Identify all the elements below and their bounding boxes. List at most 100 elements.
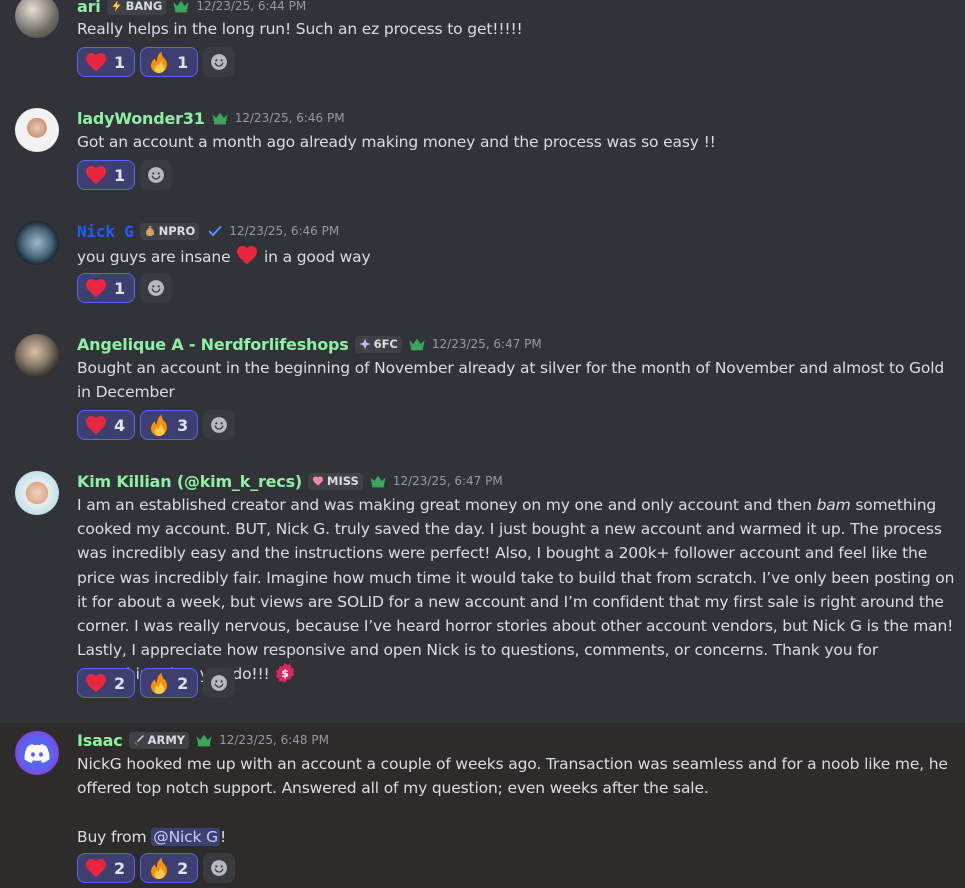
dollar-badge-icon: $ [276,663,295,684]
reaction-heart[interactable]: 4 [77,410,136,440]
smile-icon [209,415,229,435]
reactions: 2 2 [77,668,236,698]
message: Nick G NPRO 12/23/25, 6:46 PM you guys a… [0,213,965,313]
reaction-heart[interactable]: 2 [77,853,136,883]
heart-emoji-icon [84,671,108,695]
message-text-italic: bam [816,496,851,514]
reaction-count: 1 [114,278,126,298]
add-reaction-button[interactable] [140,273,173,303]
fire-emoji-icon [147,856,171,880]
crown-icon [195,733,213,747]
sword-icon [133,735,144,745]
reaction-count: 1 [114,165,126,185]
avatar[interactable] [15,471,59,515]
message-highlighted: Isaac ARMY 12/23/25, 6:48 PM NickG hooke… [0,723,965,888]
message-text: Really helps in the long run! Such an ez… [77,20,523,38]
guild-tag[interactable]: NPRO [139,222,200,240]
heart-icon [313,476,324,486]
guild-tag[interactable]: ARMY [128,731,190,749]
username[interactable]: ladyWonder31 [77,109,205,128]
timestamp: 12/23/25, 6:46 PM [229,224,340,238]
avatar[interactable] [15,108,59,152]
reactions: 4 3 [77,410,236,440]
message-text-start: Buy from [77,828,152,846]
message-text: NickG hooked me up with an account a cou… [77,755,948,798]
guild-tag-label: BANG [125,0,163,13]
add-reaction-button[interactable] [203,668,236,698]
user-mention[interactable]: @Nick G [151,828,221,846]
reaction-count: 2 [114,673,126,693]
smile-icon [146,165,166,185]
username[interactable]: Kim Killian (@kim_k_recs) [77,472,302,491]
crown-icon [172,0,190,13]
reaction-heart[interactable]: 1 [77,273,136,303]
heart-emoji-icon [84,50,108,74]
reaction-count: 3 [177,415,189,435]
fire-emoji-icon [147,671,171,695]
avatar[interactable] [15,334,59,378]
heart-emoji-icon [84,856,108,880]
message-text-start: you guys are insane [77,248,231,266]
reaction-fire[interactable]: 3 [140,410,199,440]
username[interactable]: ari [77,0,101,16]
message-text-end: ! [220,828,227,846]
guild-tag[interactable]: MISS [308,472,363,490]
add-reaction-button[interactable] [140,160,173,190]
smile-icon [146,278,166,298]
add-reaction-button[interactable] [203,853,236,883]
lightning-icon [112,0,121,12]
username[interactable]: Angelique A - Nerdforlifeshops [77,335,349,354]
checkmark-icon [208,226,222,236]
timestamp: 12/23/25, 6:47 PM [392,474,503,488]
guild-tag[interactable]: 6FC [354,335,402,353]
guild-tag[interactable]: BANG [106,0,167,15]
guild-tag-label: MISS [327,474,359,488]
reaction-count: 2 [177,858,189,878]
reaction-count: 1 [114,52,126,72]
reaction-heart[interactable]: 1 [77,47,136,77]
reaction-fire[interactable]: 2 [140,668,199,698]
timestamp: 12/23/25, 6:48 PM [219,733,329,747]
message-text-end: in a good way [264,248,371,266]
reaction-count: 2 [114,858,126,878]
message: Angelique A - Nerdforlifeshops 6FC 12/23… [0,326,965,451]
fire-emoji-icon [147,50,171,74]
crown-icon [408,337,426,351]
fire-emoji-icon [147,413,171,437]
reaction-count: 1 [177,52,189,72]
discord-logo-icon [24,744,50,763]
guild-tag-label: ARMY [147,733,186,747]
reaction-fire[interactable]: 2 [140,853,199,883]
heart-emoji-icon [235,243,259,267]
message-text-line: Buy from @Nick G! [77,825,959,849]
crown-icon [211,111,229,125]
message-text: I am an established creator and was maki… [77,493,959,687]
smile-icon [209,673,229,693]
reaction-count: 2 [177,673,189,693]
reactions: 2 2 [77,853,236,883]
smile-icon [209,52,229,72]
reaction-heart[interactable]: 2 [77,668,136,698]
add-reaction-button[interactable] [203,47,236,77]
avatar[interactable] [15,731,59,775]
message: ari BANG 12/23/25, 6:44 PM Really helps … [0,0,965,90]
message: ladyWonder31 12/23/25, 6:46 PM Got an ac… [0,100,965,200]
reactions: 1 [77,160,173,190]
heart-emoji-icon [84,276,108,300]
heart-emoji-icon [84,163,108,187]
message-text: Bought an account in the beginning of No… [77,359,945,402]
sparkle-diamond-icon [359,338,371,350]
reaction-fire[interactable]: 1 [140,47,199,77]
username[interactable]: Isaac [77,731,123,750]
reaction-heart[interactable]: 1 [77,160,136,190]
guild-tag-label: 6FC [373,337,398,351]
avatar[interactable] [15,221,59,265]
crown-icon [369,474,387,488]
message-text: Got an account a month ago already makin… [77,133,716,151]
add-reaction-button[interactable] [203,410,236,440]
timestamp: 12/23/25, 6:44 PM [196,0,307,13]
guild-tag-label: NPRO [158,224,196,238]
avatar[interactable] [15,0,59,38]
username[interactable]: Nick G [77,222,134,241]
reactions: 1 1 [77,47,236,77]
